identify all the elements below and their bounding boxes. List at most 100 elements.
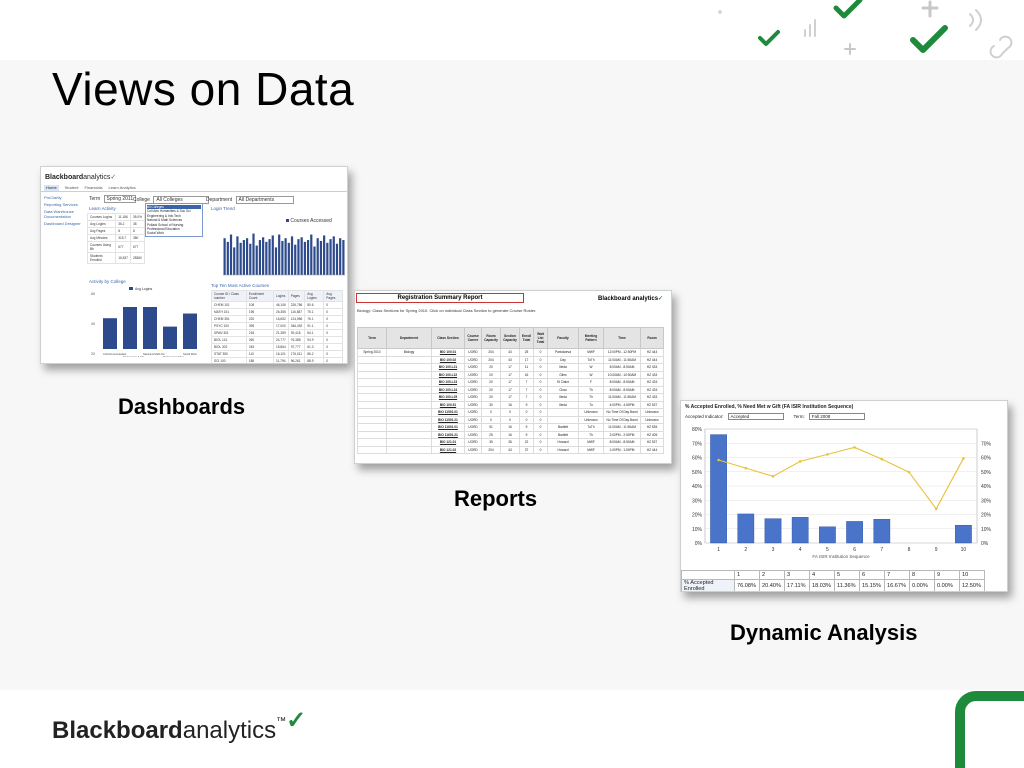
table-row[interactable]: STAT 350 110 16,101 176,011 86.2 0 <box>211 350 343 358</box>
class-section-link[interactable]: BIO 100.51 <box>431 400 465 409</box>
class-section-link[interactable]: BIO 100.01 <box>431 348 465 357</box>
table-cell: 11:00AM - 11:50AM <box>603 393 641 402</box>
class-section-link[interactable]: BIO 11501.01 <box>431 408 465 417</box>
class-section-link[interactable]: BIO 121.01 <box>431 438 465 447</box>
table-cell: Th <box>578 385 604 394</box>
table-cell: Biology <box>386 348 432 357</box>
x-tick-label: 2 <box>744 547 747 553</box>
footer-logo-light: analytics <box>182 717 277 744</box>
side-link[interactable]: Reporting Services <box>44 202 84 207</box>
table-cell: 20 <box>481 363 501 372</box>
column-header[interactable]: Course Career <box>464 327 482 349</box>
class-section-link[interactable]: BIO 121.02 <box>431 445 465 454</box>
table-cell: 17.11% <box>784 579 810 591</box>
class-section-link[interactable]: BIO 100.L25 <box>431 393 465 402</box>
line-point <box>717 458 720 462</box>
side-link[interactable]: Data Warehouse Documentation <box>44 209 84 219</box>
class-section-link[interactable]: BIO 11601.21 <box>431 430 465 439</box>
x-axis-title: FA ISIR Institution Sequence <box>812 554 870 559</box>
table-row[interactable]: CHEM 101 108 46,106 226,786 80.6 0 <box>211 301 343 309</box>
table-cell: 20 <box>481 370 501 379</box>
tab-financials[interactable]: Financials <box>84 185 102 191</box>
indicator-select[interactable]: Accepted <box>727 413 784 420</box>
class-section-link[interactable]: BIO 100.L23 <box>431 378 465 387</box>
table-cell: 75.1 <box>304 308 325 316</box>
column-header[interactable]: Room <box>640 327 664 349</box>
term-select[interactable]: Fall 2008 <box>808 413 865 420</box>
column-header[interactable]: Room Capacity <box>481 327 501 349</box>
trend-bar <box>242 240 245 275</box>
column-header[interactable]: Class Section <box>431 327 465 349</box>
class-section-link[interactable]: BIO 100.L21 <box>431 363 465 372</box>
column-header[interactable]: Department <box>386 327 432 349</box>
table-cell <box>547 415 579 424</box>
college-bar <box>103 318 117 349</box>
table-header-row: Course ID / Class number Enrollment Count… <box>211 290 343 302</box>
column-header[interactable]: Section Capacity <box>500 327 520 349</box>
table-cell <box>357 438 387 447</box>
dashboard-screenshot: Blackboardanalytics✓ Home Student Financ… <box>40 166 348 364</box>
table-cell <box>357 445 387 454</box>
y-tick-label: 0% <box>695 541 703 547</box>
class-section-link[interactable]: BIO 100.L24 <box>431 385 465 394</box>
side-link[interactable]: Dashboard Designer <box>44 221 84 226</box>
table-cell: HZ 537 <box>640 438 664 447</box>
table-row[interactable]: SCI 100 186 11,794 96,261 88.9 0 <box>211 357 343 363</box>
class-section-link[interactable]: BIO 11601.01 <box>431 423 465 432</box>
class-section-link[interactable]: BIO 100.02 <box>431 355 465 364</box>
term-filter[interactable]: Term Spring 2011 <box>89 195 137 203</box>
footer-tm: ™ <box>276 716 287 727</box>
table-row: BIO 100.L21 UGRD 20 17 11 0 Ilieda W 8:00AM - 8:… <box>357 363 664 372</box>
column-header[interactable]: Enroll Total <box>519 327 534 349</box>
table-cell: 11 <box>519 363 534 372</box>
table-cell: 0 <box>533 445 548 454</box>
metric-active: 8 <box>115 227 131 235</box>
table-cell: 0 <box>323 308 343 316</box>
table-row[interactable]: BIOL 141 260 24,777 76,388 94.9 0 <box>211 336 343 344</box>
table-cell <box>386 370 432 379</box>
table-row[interactable]: PSYC 100 395 17,000 346,492 91.1 0 <box>211 322 343 330</box>
column-header[interactable]: Wait List Total <box>533 327 548 349</box>
table-row[interactable]: MATH 151 196 26,355 116,587 75.1 0 <box>211 308 343 316</box>
term-filter-value[interactable]: Spring 2011 <box>103 195 137 203</box>
department-filter[interactable]: Department All Departments <box>206 196 294 204</box>
dashboard-logo-bold: Blackboard <box>45 174 84 181</box>
side-link[interactable]: ProClarity <box>44 195 84 200</box>
table-cell: HZ 433 <box>640 363 664 372</box>
column-header[interactable]: Term <box>357 327 387 349</box>
dropdown-option[interactable]: Social Work <box>147 231 201 235</box>
table-row[interactable]: SPAN 301 218 21,389 92,418 84.1 0 <box>211 329 343 337</box>
check-icon <box>758 30 780 46</box>
table-cell: 24,777 <box>272 336 289 344</box>
y-tick-label: 70% <box>692 441 703 447</box>
class-section-link[interactable]: BIO 100.L22 <box>431 370 465 379</box>
college-dropdown-list[interactable]: All Colleges Coll Arts Humanities & Soc S… <box>145 203 203 237</box>
table-cell: 0 <box>533 355 548 364</box>
table-cell: 108 <box>245 301 274 309</box>
table-cell: SPAN 301 <box>211 329 247 337</box>
trend-bar <box>236 236 239 275</box>
line-point <box>907 470 911 474</box>
dashboard-sidenav: ProClarity Reporting Services Data Wareh… <box>44 195 84 228</box>
table-cell: 35 <box>481 438 501 447</box>
table-cell: 8:00AM - 8:50AM <box>603 363 641 372</box>
table-cell: 9 <box>519 430 534 439</box>
class-section-link[interactable]: BIO 11501.21 <box>431 415 465 424</box>
table-row[interactable]: BIOL 302 245 15,864 97,777 61.3 0 <box>211 343 343 351</box>
tab-learn-analytics[interactable]: Learn Analytics <box>108 185 135 191</box>
table-cell: Unknown <box>578 415 604 424</box>
column-header[interactable]: Faculty <box>547 327 579 349</box>
table-cell: PSYC 100 <box>211 322 247 330</box>
metric-active: 315.7 <box>115 234 131 242</box>
department-filter-value[interactable]: All Departments <box>235 196 294 204</box>
column-header[interactable]: Meeting Pattern <box>578 327 604 349</box>
tab-home[interactable]: Home <box>44 185 59 191</box>
table-cell: 346,492 <box>287 322 306 330</box>
table-cell: UGRD <box>464 378 482 387</box>
table-cell <box>386 363 432 372</box>
column-header[interactable]: Time <box>603 327 641 349</box>
trend-bar <box>319 240 323 275</box>
table-cell: HZ 433 <box>640 385 664 394</box>
table-row[interactable]: CHEM 351 220 16,652 124,556 76.1 0 <box>211 315 343 323</box>
tab-student[interactable]: Student <box>65 185 79 191</box>
